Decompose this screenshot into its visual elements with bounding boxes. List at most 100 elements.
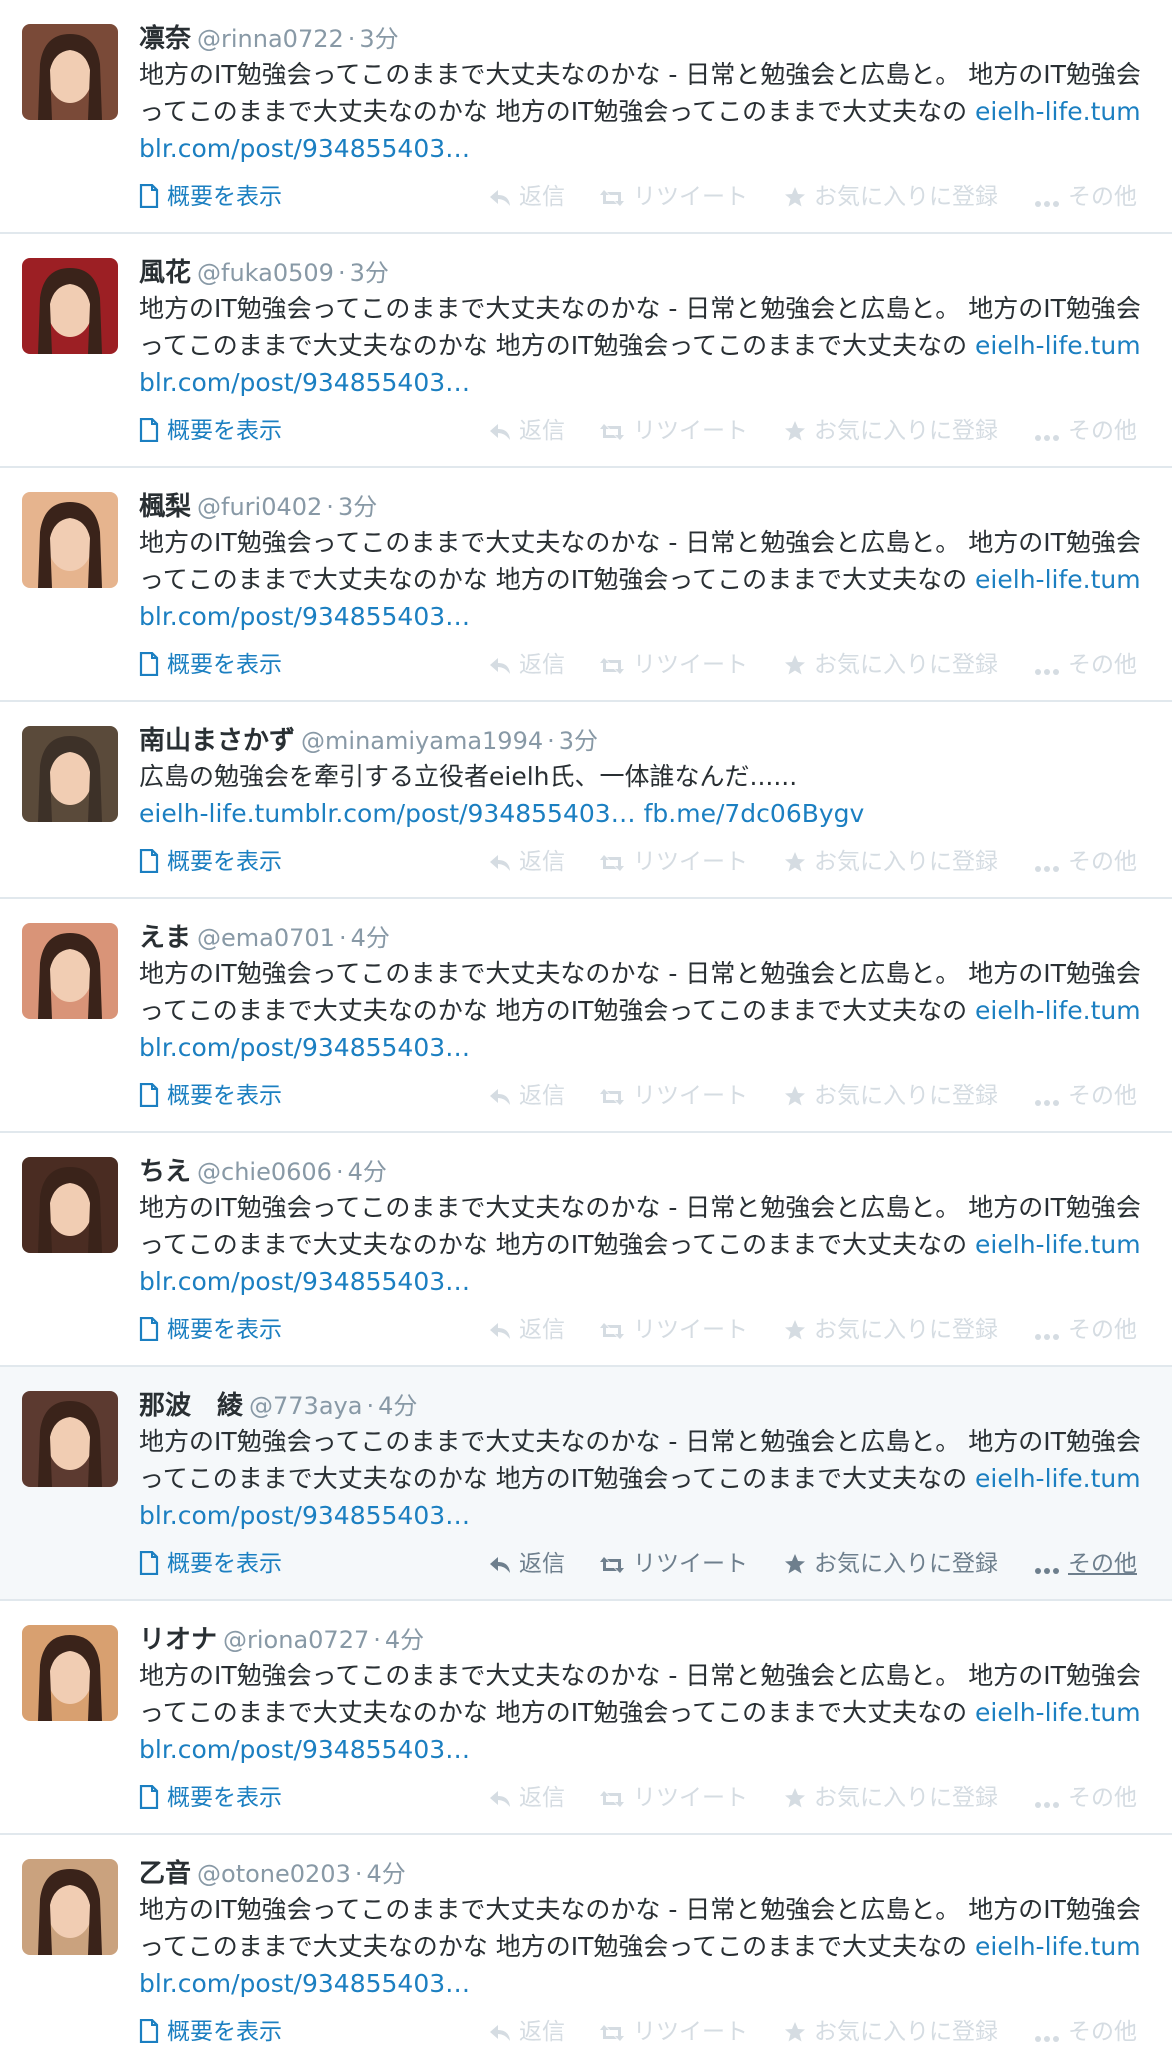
- retweet-button[interactable]: リツイート: [599, 648, 748, 682]
- favorite-button[interactable]: お気に入りに登録: [784, 648, 998, 682]
- retweet-button[interactable]: リツイート: [599, 180, 748, 214]
- show-summary-label: 概要を表示: [167, 1317, 282, 1343]
- avatar[interactable]: [22, 1625, 118, 1721]
- show-summary-button[interactable]: 概要を表示: [139, 414, 282, 448]
- reply-button[interactable]: 返信: [489, 2015, 565, 2048]
- reply-label: 返信: [519, 1083, 565, 1109]
- document-icon: [139, 417, 159, 443]
- tweet-time[interactable]: 3分: [559, 727, 598, 755]
- author-handle[interactable]: @otone0203: [197, 1860, 351, 1888]
- reply-button[interactable]: 返信: [489, 180, 565, 214]
- reply-label: 返信: [519, 2019, 565, 2045]
- show-summary-button[interactable]: 概要を表示: [139, 1313, 282, 1347]
- retweet-button[interactable]: リツイート: [599, 1547, 748, 1581]
- show-summary-button[interactable]: 概要を表示: [139, 1781, 282, 1815]
- avatar[interactable]: [22, 1391, 118, 1487]
- favorite-button[interactable]: お気に入りに登録: [784, 1547, 998, 1581]
- reply-button[interactable]: 返信: [489, 1079, 565, 1113]
- avatar[interactable]: [22, 1859, 118, 1955]
- author-handle[interactable]: @rinna0722: [197, 25, 344, 53]
- author-handle[interactable]: @minamiyama1994: [301, 727, 543, 755]
- author-name[interactable]: 南山まさかず: [139, 726, 295, 756]
- tweet-link[interactable]: eielh-life.tumblr.com/post/934855403…: [139, 799, 636, 828]
- reply-button[interactable]: 返信: [489, 845, 565, 879]
- author-name[interactable]: リオナ: [139, 1625, 217, 1655]
- tweet-time[interactable]: 4分: [378, 1392, 417, 1420]
- show-summary-button[interactable]: 概要を表示: [139, 648, 282, 682]
- avatar[interactable]: [22, 726, 118, 822]
- favorite-button[interactable]: お気に入りに登録: [784, 2015, 998, 2048]
- more-button[interactable]: その他: [1034, 845, 1137, 879]
- author-name[interactable]: 風花: [139, 258, 191, 288]
- retweet-button[interactable]: リツイート: [599, 2015, 748, 2048]
- show-summary-button[interactable]: 概要を表示: [139, 2015, 282, 2048]
- more-button[interactable]: その他: [1034, 1079, 1137, 1113]
- show-summary-button[interactable]: 概要を表示: [139, 1079, 282, 1113]
- more-button[interactable]: その他: [1034, 1313, 1137, 1347]
- reply-button[interactable]: 返信: [489, 414, 565, 448]
- tweet-time[interactable]: 3分: [338, 493, 377, 521]
- more-button[interactable]: その他: [1034, 1781, 1137, 1815]
- retweet-icon: [600, 1557, 624, 1573]
- reply-arrow-icon: [490, 658, 510, 674]
- favorite-button[interactable]: お気に入りに登録: [784, 180, 998, 214]
- tweet-time[interactable]: 3分: [350, 259, 389, 287]
- author-handle[interactable]: @773aya: [249, 1392, 362, 1420]
- more-button[interactable]: その他: [1034, 414, 1137, 448]
- author-handle[interactable]: @riona0727: [223, 1626, 369, 1654]
- avatar[interactable]: [22, 923, 118, 1019]
- author-handle[interactable]: @chie0606: [197, 1158, 332, 1186]
- avatar[interactable]: [22, 24, 118, 120]
- tweet-time[interactable]: 4分: [351, 924, 390, 952]
- reply-button[interactable]: 返信: [489, 1547, 565, 1581]
- show-summary-button[interactable]: 概要を表示: [139, 180, 282, 214]
- retweet-button[interactable]: リツイート: [599, 1781, 748, 1815]
- more-button[interactable]: その他: [1034, 180, 1137, 214]
- reply-arrow-icon: [490, 1557, 510, 1573]
- show-summary-label: 概要を表示: [167, 2019, 282, 2045]
- author-name[interactable]: えま: [139, 923, 191, 953]
- author-name[interactable]: 乙音: [139, 1859, 191, 1889]
- more-button[interactable]: その他: [1034, 1547, 1137, 1581]
- reply-button[interactable]: 返信: [489, 648, 565, 682]
- avatar[interactable]: [22, 1157, 118, 1253]
- tweet-link[interactable]: fb.me/7dc06Bygv: [644, 799, 865, 828]
- avatar[interactable]: [22, 492, 118, 588]
- show-summary-button[interactable]: 概要を表示: [139, 1547, 282, 1581]
- author-handle[interactable]: @ema0701: [197, 924, 335, 952]
- favorite-button[interactable]: お気に入りに登録: [784, 1313, 998, 1347]
- author-name[interactable]: 楓梨: [139, 492, 191, 522]
- favorite-button[interactable]: お気に入りに登録: [784, 1079, 998, 1113]
- show-summary-label: 概要を表示: [167, 1083, 282, 1109]
- tweet-time[interactable]: 3分: [359, 25, 398, 53]
- author-name[interactable]: 那波 綾: [139, 1391, 243, 1421]
- show-summary-label: 概要を表示: [167, 418, 282, 444]
- favorite-button[interactable]: お気に入りに登録: [784, 1781, 998, 1815]
- separator-dot: ·: [373, 1626, 381, 1654]
- more-button[interactable]: その他: [1034, 2015, 1137, 2048]
- retweet-button[interactable]: リツイート: [599, 414, 748, 448]
- avatar[interactable]: [22, 258, 118, 354]
- author-handle[interactable]: @fuka0509: [197, 259, 334, 287]
- retweet-button[interactable]: リツイート: [599, 1079, 748, 1113]
- favorite-button[interactable]: お気に入りに登録: [784, 414, 998, 448]
- more-button[interactable]: その他: [1034, 648, 1137, 682]
- author-handle[interactable]: @furi0402: [197, 493, 322, 521]
- separator-dot: ·: [547, 727, 555, 755]
- tweet-actions: 概要を表示 返信 リツイート お気に入りに登録 その他: [139, 1781, 1149, 1815]
- tweet-time[interactable]: 4分: [385, 1626, 424, 1654]
- favorite-button[interactable]: お気に入りに登録: [784, 845, 998, 879]
- retweet-button[interactable]: リツイート: [599, 1313, 748, 1347]
- avatar-image: [22, 726, 118, 822]
- author-name[interactable]: ちえ: [139, 1157, 191, 1187]
- tweet-time[interactable]: 4分: [348, 1158, 387, 1186]
- show-summary-button[interactable]: 概要を表示: [139, 845, 282, 879]
- star-icon: [785, 852, 805, 872]
- retweet-label: リツイート: [633, 652, 748, 678]
- star-icon: [785, 421, 805, 441]
- tweet-time[interactable]: 4分: [367, 1860, 406, 1888]
- reply-button[interactable]: 返信: [489, 1781, 565, 1815]
- retweet-button[interactable]: リツイート: [599, 845, 748, 879]
- reply-button[interactable]: 返信: [489, 1313, 565, 1347]
- author-name[interactable]: 凛奈: [139, 24, 191, 54]
